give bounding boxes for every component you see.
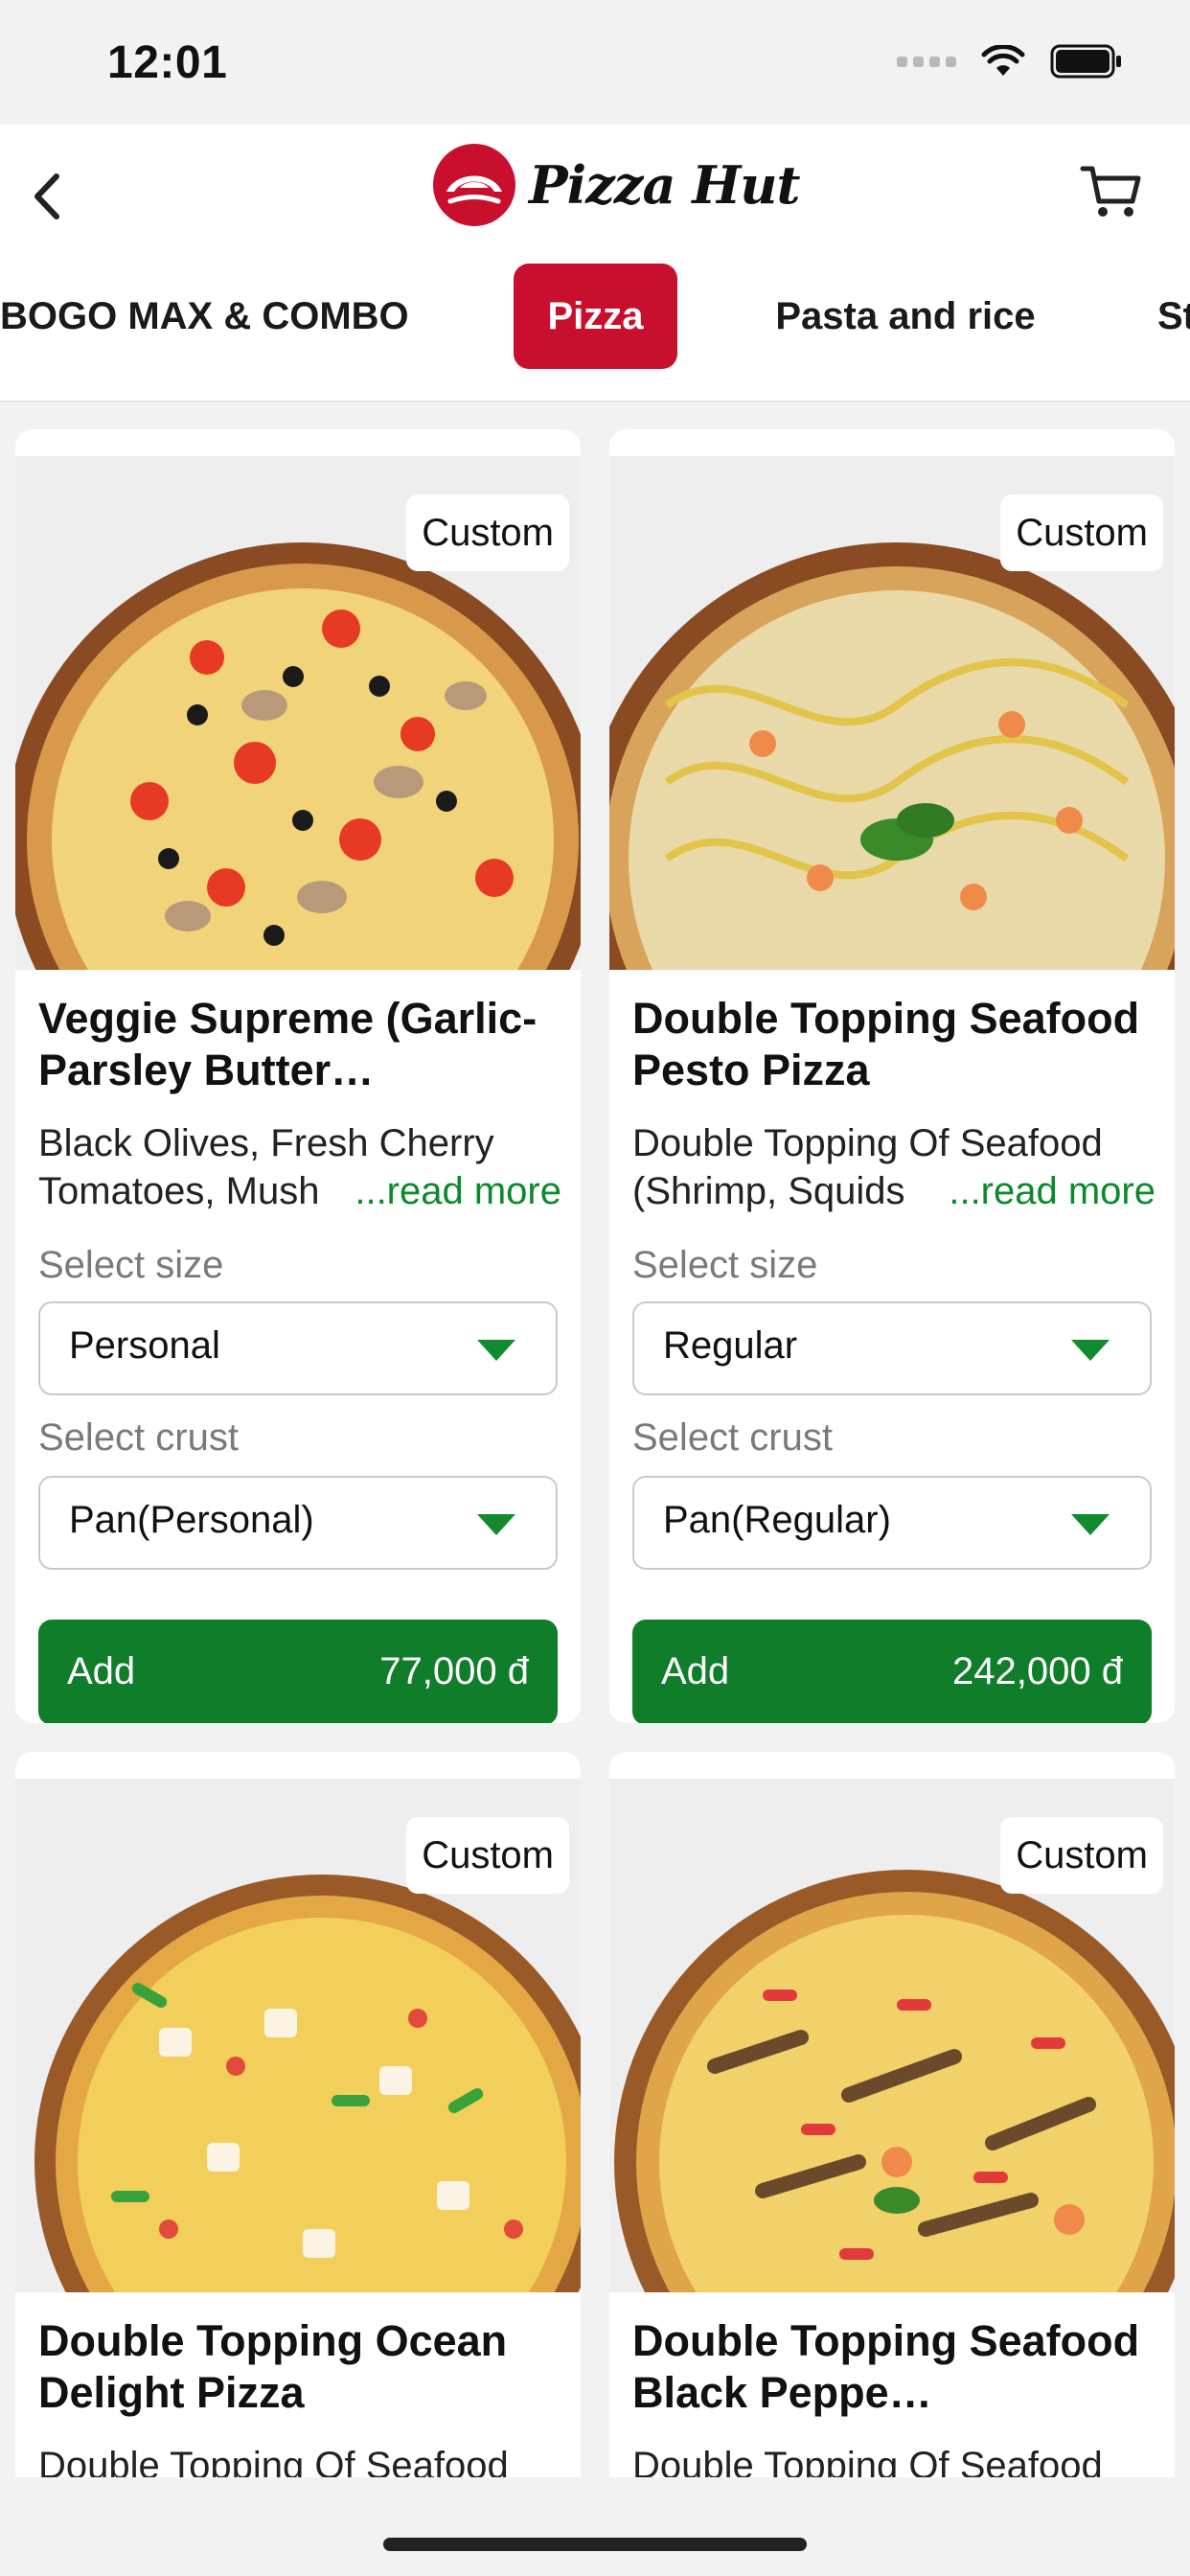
product-description: Double Topping Of Seafood — [632, 2442, 1156, 2477]
add-to-cart-button[interactable]: Add 77,000 đ — [38, 1620, 558, 1723]
back-button[interactable] — [17, 163, 75, 230]
price: 77,000 đ — [379, 1650, 529, 1692]
size-label: Select size — [38, 1244, 224, 1286]
crust-select[interactable]: Pan(Personal) — [38, 1476, 558, 1570]
tab-partial[interactable]: St — [1157, 264, 1190, 369]
size-value: Personal — [69, 1324, 220, 1367]
product-photo[interactable]: Custom — [609, 456, 1175, 970]
product-photo[interactable]: Custom — [609, 1779, 1175, 2292]
status-time: 12:01 — [107, 37, 228, 88]
product-grid: Custom Veggie Supreme (Garlic-Parsley Bu… — [0, 402, 1190, 2477]
caret-down-icon — [477, 1340, 515, 1361]
add-label: Add — [67, 1650, 136, 1692]
pizza-hut-roof-logo-icon — [433, 144, 515, 226]
product-title: Double Topping Ocean Delight Pizza — [38, 2316, 508, 2417]
size-select[interactable]: Personal — [38, 1301, 558, 1395]
wifi-icon — [981, 45, 1025, 76]
cellular-signal-icon — [897, 56, 956, 67]
battery-icon — [1050, 44, 1121, 79]
brand-name: Pizza Hut — [529, 154, 800, 216]
read-more-link[interactable]: ...read more — [353, 1167, 561, 1215]
product-card[interactable]: Custom Double Topping Seafood Pesto Pizz… — [609, 429, 1175, 1723]
caret-down-icon — [1071, 1514, 1110, 1535]
tab-pasta-and-rice[interactable]: Pasta and rice — [747, 264, 1064, 369]
app-header: Pizza Hut BOGO MAX & COMBO Pizza Pasta a… — [0, 125, 1190, 402]
product-title: Double Topping Seafood Black Peppe… — [632, 2316, 1140, 2417]
crust-value: Pan(Personal) — [69, 1499, 314, 1541]
product-photo[interactable]: Custom — [15, 456, 581, 970]
custom-badge[interactable]: Custom — [1000, 494, 1163, 571]
size-label: Select size — [632, 1244, 818, 1286]
custom-badge[interactable]: Custom — [406, 494, 569, 571]
status-icons — [897, 44, 1123, 79]
crust-select[interactable]: Pan(Regular) — [632, 1476, 1152, 1570]
product-title: Veggie Supreme (Garlic-Parsley Butter… — [38, 994, 538, 1094]
tab-pizza[interactable]: Pizza — [514, 264, 677, 369]
add-label: Add — [661, 1650, 730, 1692]
tab-bogo-max-combo[interactable]: BOGO MAX & COMBO — [0, 264, 441, 369]
description-text: Double Topping Of Seafood — [632, 2445, 1103, 2477]
crust-value: Pan(Regular) — [663, 1499, 891, 1541]
product-description: Double Topping Of Seafood — [38, 2442, 561, 2477]
product-card[interactable]: Custom Veggie Supreme (Garlic-Parsley Bu… — [15, 429, 581, 1723]
brand-logo: Pizza Hut — [431, 142, 800, 228]
add-to-cart-button[interactable]: Add 242,000 đ — [632, 1620, 1152, 1723]
category-tabs: BOGO MAX & COMBO Pizza Pasta and rice St — [0, 264, 1190, 379]
product-card[interactable]: Custom Double Topping Ocean Delight Pizz… — [15, 1752, 581, 2477]
custom-badge[interactable]: Custom — [1000, 1817, 1163, 1894]
read-more-link[interactable]: ...read more — [947, 1167, 1156, 1215]
product-title: Double Topping Seafood Pesto Pizza — [632, 994, 1140, 1094]
product-card[interactable]: Custom Double Topping Seafood Black Pepp… — [609, 1752, 1175, 2477]
status-bar: 12:01 — [0, 0, 1190, 125]
description-text: Double Topping Of Seafood — [38, 2445, 509, 2477]
crust-label: Select crust — [632, 1416, 833, 1459]
custom-badge[interactable]: Custom — [406, 1817, 569, 1894]
crust-label: Select crust — [38, 1416, 239, 1459]
cart-icon — [1080, 166, 1141, 217]
product-photo[interactable]: Custom — [15, 1779, 581, 2292]
home-indicator[interactable] — [383, 2538, 807, 2551]
chevron-left-icon — [34, 173, 59, 219]
size-value: Regular — [663, 1324, 798, 1367]
caret-down-icon — [1071, 1340, 1110, 1361]
cart-button[interactable] — [1073, 153, 1150, 230]
caret-down-icon — [477, 1514, 515, 1535]
product-description: Black Olives, Fresh Cherry Tomatoes, Mus… — [38, 1119, 561, 1215]
price: 242,000 đ — [952, 1650, 1123, 1692]
product-description: Double Topping Of Seafood (Shrimp, Squid… — [632, 1119, 1156, 1215]
size-select[interactable]: Regular — [632, 1301, 1152, 1395]
